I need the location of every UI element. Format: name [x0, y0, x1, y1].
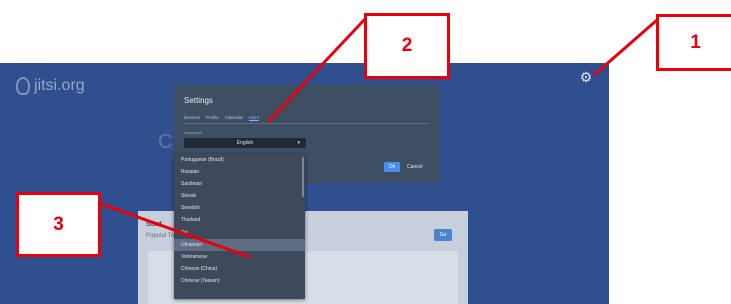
- dropdown-item[interactable]: Swedish: [174, 202, 305, 214]
- tab-calendar[interactable]: Calendar: [225, 115, 243, 121]
- dropdown-item-ukrainian[interactable]: Ukrainian: [174, 238, 305, 251]
- language-label: Language: [184, 130, 202, 135]
- language-dropdown: Portuguese (Brazil) Russian Sardinian Sl…: [174, 154, 305, 299]
- logo: jitsi.org: [16, 77, 85, 95]
- language-select[interactable]: English ▾: [184, 138, 306, 148]
- dropdown-scrollbar[interactable]: [302, 157, 304, 197]
- dropdown-item[interactable]: Tel: [174, 227, 305, 239]
- tab-divider: [184, 123, 430, 124]
- chevron-down-icon: ▾: [297, 140, 300, 146]
- annotated-screenshot: jitsi.org ⚙ C l Start Populat Tod Go Set…: [0, 0, 731, 304]
- dropdown-item[interactable]: Portuguese (Brazil): [174, 154, 305, 166]
- ok-button[interactable]: Ok: [384, 162, 400, 172]
- cancel-button[interactable]: Cancel: [407, 162, 423, 172]
- callout-1: 1: [656, 14, 731, 71]
- callout-3: 3: [16, 192, 101, 257]
- tab-more[interactable]: More: [249, 115, 260, 121]
- background-heading: C: [158, 131, 173, 153]
- go-button[interactable]: Go: [434, 229, 452, 241]
- jitsi-logo-icon: [16, 77, 30, 95]
- dropdown-item[interactable]: Thailand: [174, 214, 305, 226]
- dropdown-item[interactable]: Russian: [174, 166, 305, 178]
- dropdown-item[interactable]: Slovak: [174, 190, 305, 202]
- language-select-value: English: [236, 140, 254, 146]
- dropdown-item[interactable]: Sardinian: [174, 178, 305, 190]
- gear-icon[interactable]: ⚙: [579, 70, 593, 84]
- tab-profile[interactable]: Profile: [206, 115, 219, 121]
- logo-text: jitsi.org: [34, 77, 85, 94]
- dropdown-item[interactable]: Chinese (Taiwan): [174, 275, 305, 287]
- dropdown-item[interactable]: Chinese (China): [174, 263, 305, 275]
- callout-2: 2: [364, 13, 450, 79]
- dialog-title: Settings: [184, 96, 213, 105]
- jitsi-app-window: jitsi.org ⚙ C l Start Populat Tod Go Set…: [0, 63, 609, 304]
- tab-devices[interactable]: Devices: [184, 115, 200, 121]
- settings-tabs: Devices Profile Calendar More: [184, 115, 260, 121]
- card-title: Start: [146, 221, 162, 228]
- dropdown-item[interactable]: Vietnamese: [174, 251, 305, 263]
- card-subtitle: Populat Tod: [146, 233, 178, 239]
